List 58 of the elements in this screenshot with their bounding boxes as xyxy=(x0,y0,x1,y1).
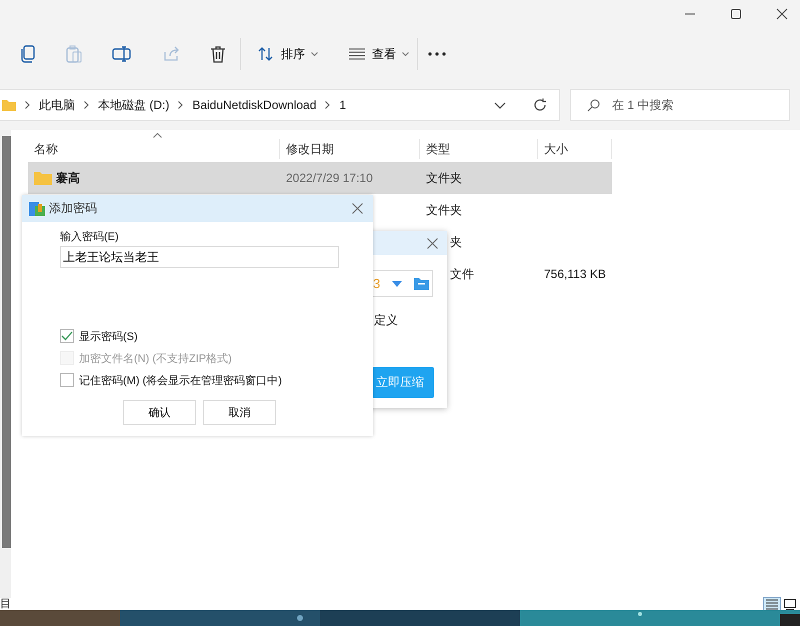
breadcrumb[interactable]: BaiduNetdiskDownload xyxy=(192,98,316,112)
caret-icon xyxy=(392,280,402,286)
search-input[interactable]: 在 1 中搜索 xyxy=(610,97,774,113)
folder-icon xyxy=(34,171,52,185)
rename-icon[interactable] xyxy=(112,46,132,62)
delete-icon[interactable] xyxy=(210,45,226,63)
list-icon xyxy=(348,48,366,60)
breadcrumb[interactable]: 本地磁盘 (D:) xyxy=(98,96,170,114)
chevron-down-icon xyxy=(402,52,409,56)
dialog-button[interactable]: 取消 xyxy=(203,400,276,425)
close-icon[interactable] xyxy=(427,238,438,248)
folder-icon[interactable] xyxy=(414,277,430,290)
chevron-right-icon xyxy=(178,101,184,109)
selected-row[interactable]: 褰高 2022/7/29 17:10 文件夹 xyxy=(28,162,612,194)
maximize-icon[interactable] xyxy=(730,8,742,20)
copy-icon[interactable] xyxy=(20,45,36,63)
refresh-icon[interactable] xyxy=(533,98,547,112)
chevron-down-icon xyxy=(311,52,318,56)
column-header[interactable]: 大小 xyxy=(538,139,612,159)
scrollbar[interactable] xyxy=(2,136,11,548)
type-cell: 文件 xyxy=(450,266,474,282)
checkbox-label: 记住密码(M) (将会显示在管理密码窗口中) xyxy=(79,374,282,388)
close-icon[interactable] xyxy=(352,203,363,214)
column-header[interactable]: 修改日期 xyxy=(280,139,420,159)
search-field[interactable]: 在 1 中搜索 xyxy=(570,89,790,121)
checkbox[interactable] xyxy=(60,329,74,343)
status-text: 目 xyxy=(0,598,11,610)
type-cell: 文件夹 xyxy=(426,170,462,186)
date-cell: 2022/7/29 17:10 xyxy=(286,171,373,185)
dialog-button[interactable]: 确认 xyxy=(123,400,196,425)
column-header[interactable]: 类型 xyxy=(420,139,538,159)
checkbox[interactable] xyxy=(60,373,74,387)
chevron-right-icon xyxy=(325,101,330,109)
chevron-right-icon xyxy=(25,101,30,109)
toolbar-menu[interactable]: 查看 xyxy=(342,42,415,66)
file-name: 褰高 xyxy=(56,170,80,186)
checkbox-label: 显示密码(S) xyxy=(79,330,138,344)
size-cell: 756,113 KB xyxy=(544,267,606,281)
breadcrumb[interactable]: 1 xyxy=(339,98,346,112)
sort-icon xyxy=(257,46,275,62)
field-label: 输入密码(E) xyxy=(60,230,120,244)
details-view-icon[interactable] xyxy=(764,598,780,610)
toolbar-menu[interactable]: 排序 xyxy=(251,42,324,66)
search-icon xyxy=(587,98,600,112)
checkbox-label: 加密文件名(N) (不支持ZIP格式) xyxy=(79,352,232,366)
folder-icon xyxy=(2,99,16,111)
chevron-down-icon[interactable] xyxy=(494,102,506,108)
tiles-view-icon[interactable] xyxy=(782,598,798,610)
dialog-title: 添加密码 xyxy=(49,200,97,217)
breadcrumb[interactable]: 此电脑 xyxy=(39,96,75,114)
close-icon[interactable] xyxy=(776,8,788,20)
more-icon[interactable] xyxy=(428,52,446,56)
chevron-right-icon xyxy=(84,101,89,109)
option-label: 定义 xyxy=(374,312,398,329)
password-field[interactable]: 上老王论坛当老王 xyxy=(60,246,339,268)
archive-icon xyxy=(29,201,45,216)
column-header[interactable]: 名称 xyxy=(28,139,280,159)
address-bar[interactable]: 此电脑 本地磁盘 (D:) BaiduNetdiskDownload 1 xyxy=(0,89,560,121)
